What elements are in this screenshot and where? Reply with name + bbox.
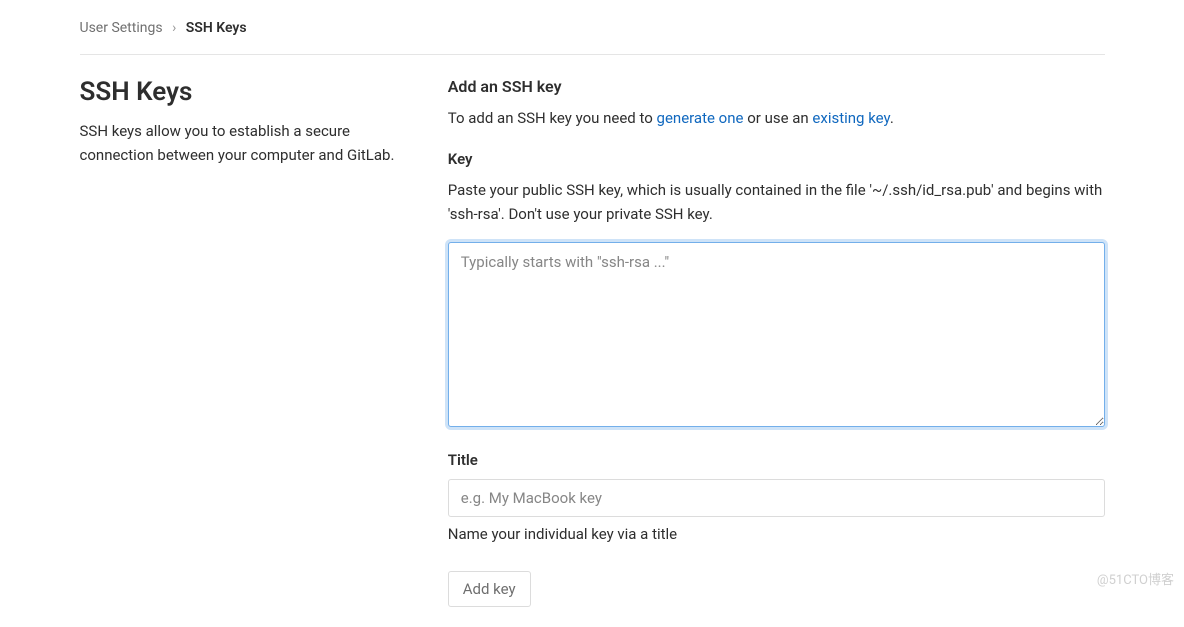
add-ssh-help: To add an SSH key you need to generate o… xyxy=(448,106,1105,130)
title-hint: Name your individual key via a title xyxy=(448,525,1105,543)
key-description: Paste your public SSH key, which is usua… xyxy=(448,178,1105,226)
breadcrumb-parent[interactable]: User Settings xyxy=(80,20,163,36)
breadcrumb: User Settings › SSH Keys xyxy=(80,20,1105,55)
add-ssh-heading: Add an SSH key xyxy=(448,77,1105,96)
key-label: Key xyxy=(448,150,1105,168)
title-input[interactable] xyxy=(448,479,1105,517)
add-key-button[interactable]: Add key xyxy=(448,571,531,607)
chevron-right-icon: › xyxy=(172,20,176,36)
generate-one-link[interactable]: generate one xyxy=(657,109,744,127)
page-title: SSH Keys xyxy=(80,77,418,107)
ssh-key-textarea[interactable] xyxy=(448,242,1105,427)
title-label: Title xyxy=(448,451,1105,469)
existing-key-link[interactable]: existing key xyxy=(812,109,889,127)
breadcrumb-current: SSH Keys xyxy=(186,20,247,36)
page-description: SSH keys allow you to establish a secure… xyxy=(80,119,418,167)
